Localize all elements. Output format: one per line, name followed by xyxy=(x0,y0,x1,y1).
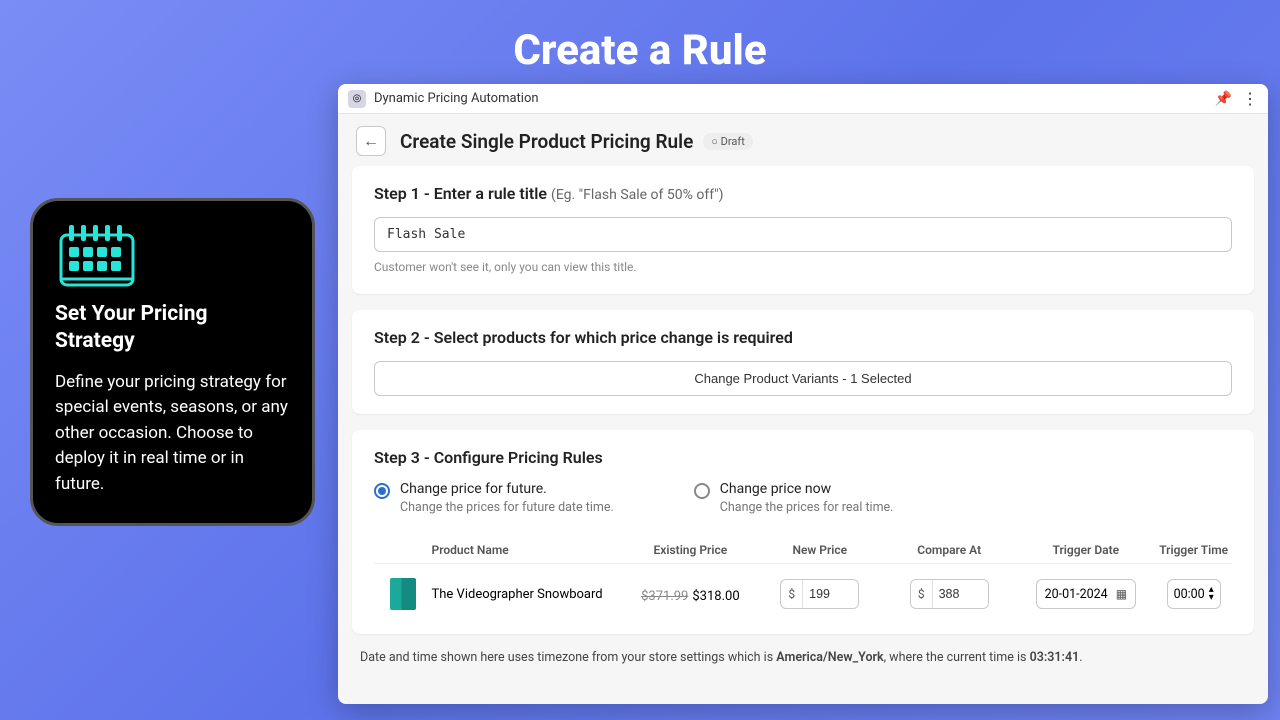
timezone-note: Date and time shown here uses timezone f… xyxy=(360,650,1246,665)
change-variants-button[interactable]: Change Product Variants - 1 Selected xyxy=(374,361,1232,396)
col-trigger-time: Trigger Time xyxy=(1155,543,1232,557)
col-existing-price: Existing Price xyxy=(623,543,757,557)
trigger-date-input[interactable]: 20-01-2024 ▦ xyxy=(1036,579,1136,609)
step1-card: Step 1 - Enter a rule title (Eg. "Flash … xyxy=(352,166,1254,294)
marketing-side-card: Set Your Pricing Strategy Define your pr… xyxy=(30,198,315,526)
radio-future-label: Change price for future. xyxy=(400,481,614,497)
product-thumb xyxy=(390,578,416,610)
radio-future-sub: Change the prices for future date time. xyxy=(400,500,614,515)
pin-icon[interactable]: 📌 xyxy=(1215,91,1232,107)
stepper-icon: ▴▾ xyxy=(1209,586,1214,602)
step2-card: Step 2 - Select products for which price… xyxy=(352,310,1254,414)
app-window: ◎ Dynamic Pricing Automation 📌 ⋮ ← Creat… xyxy=(338,84,1268,704)
radio-future[interactable]: Change price for future. Change the pric… xyxy=(374,481,614,515)
col-new-price: New Price xyxy=(757,543,882,557)
step1-helper: Customer won't see it, only you can view… xyxy=(374,260,1232,274)
step3-title: Step 3 - Configure Pricing Rules xyxy=(374,448,1232,467)
page-title: Create Single Product Pricing Rule xyxy=(400,130,693,153)
compare-at-input[interactable]: $ xyxy=(910,579,989,609)
row-product-name: The Videographer Snowboard xyxy=(432,587,624,602)
col-trigger-date: Trigger Date xyxy=(1016,543,1155,557)
app-logo-icon: ◎ xyxy=(348,90,366,108)
col-product-name: Product Name xyxy=(432,543,624,557)
calendar-picker-icon: ▦ xyxy=(1116,587,1127,601)
window-menu-icon[interactable]: ⋮ xyxy=(1242,94,1258,104)
status-badge: ○ Draft xyxy=(703,133,753,150)
rule-title-input[interactable] xyxy=(374,217,1232,252)
side-card-body: Define your pricing strategy for special… xyxy=(55,370,290,498)
page-header: ← Create Single Product Pricing Rule ○ D… xyxy=(338,114,1268,166)
table-row: The Videographer Snowboard $371.99$318.0… xyxy=(374,564,1232,614)
trigger-time-input[interactable]: 00:00 ▴▾ xyxy=(1167,579,1221,609)
app-name: Dynamic Pricing Automation xyxy=(374,91,1215,106)
col-compare-at: Compare At xyxy=(882,543,1016,557)
calendar-icon xyxy=(55,223,139,287)
step1-title: Step 1 - Enter a rule title (Eg. "Flash … xyxy=(374,184,1232,203)
step2-title: Step 2 - Select products for which price… xyxy=(374,328,1232,347)
new-price-input[interactable]: $ xyxy=(780,579,859,609)
radio-now-label: Change price now xyxy=(720,481,894,497)
titlebar: ◎ Dynamic Pricing Automation 📌 ⋮ xyxy=(338,84,1268,114)
step3-card: Step 3 - Configure Pricing Rules Change … xyxy=(352,430,1254,634)
radio-now-sub: Change the prices for real time. xyxy=(720,500,894,515)
hero-title: Create a Rule xyxy=(0,0,1280,93)
row-existing-price: $371.99$318.00 xyxy=(623,585,757,604)
side-card-heading: Set Your Pricing Strategy xyxy=(55,301,290,356)
radio-now[interactable]: Change price now Change the prices for r… xyxy=(694,481,894,515)
back-button[interactable]: ← xyxy=(356,126,386,156)
radio-icon xyxy=(694,483,710,499)
radio-icon xyxy=(374,483,390,499)
pricing-table: Product Name Existing Price New Price Co… xyxy=(374,537,1232,614)
